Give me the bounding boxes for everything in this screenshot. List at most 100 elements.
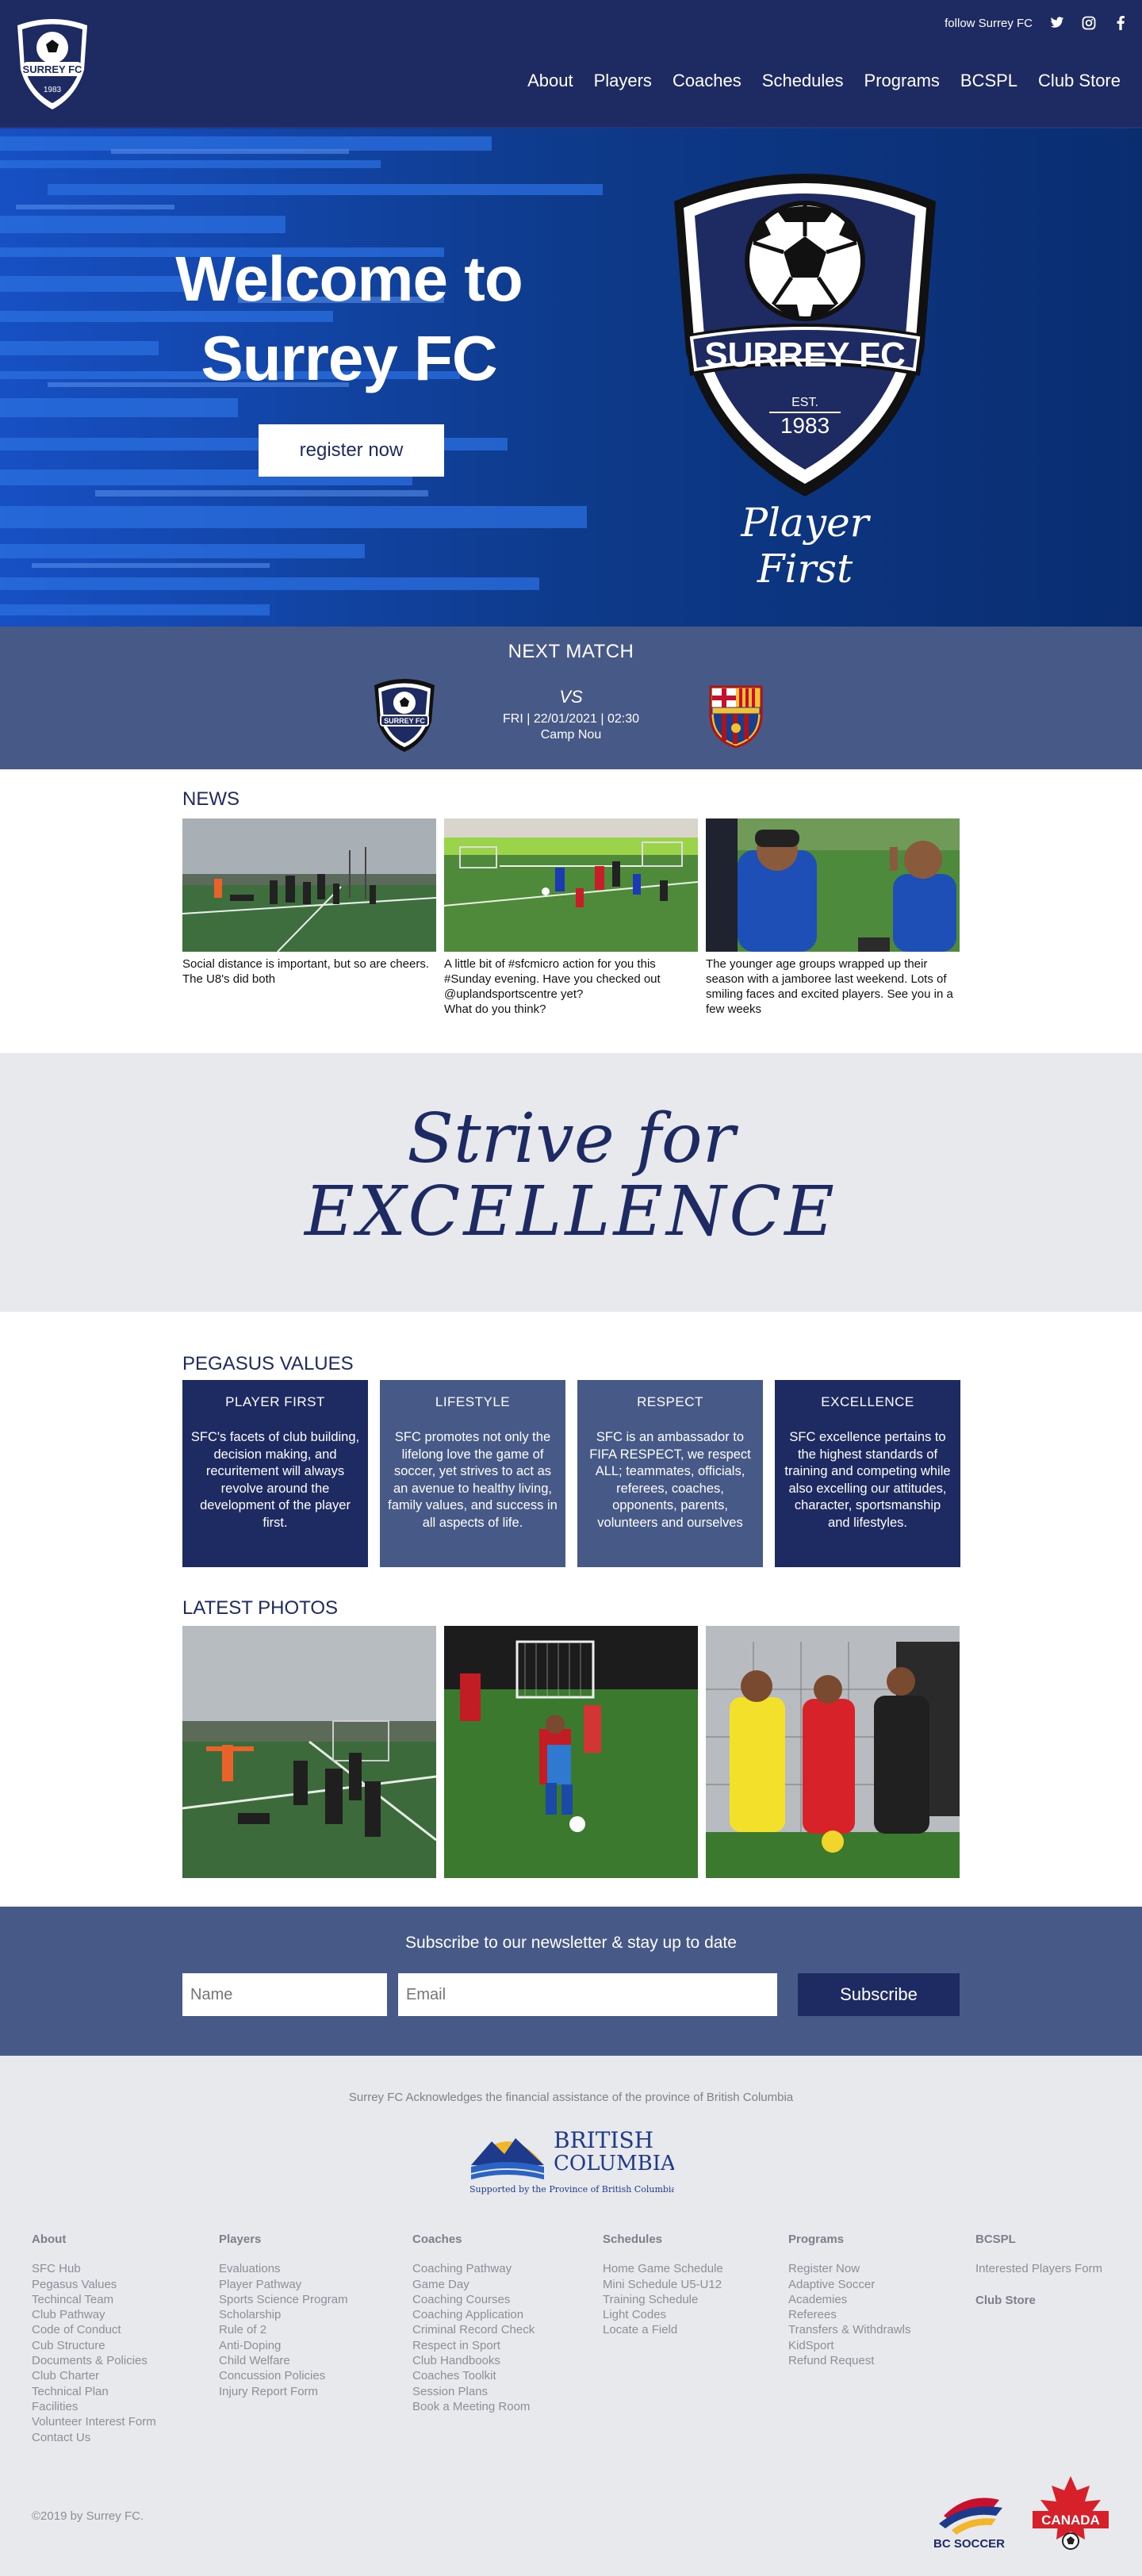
footer-heading[interactable]: About — [32, 2232, 156, 2247]
bc-soccer-logo[interactable]: BC SOCCER — [920, 2484, 1018, 2551]
footer-link[interactable]: Adaptive Soccer — [788, 2277, 910, 2292]
twitter-icon[interactable] — [1050, 16, 1064, 30]
nav-bcspl[interactable]: BCSPL — [950, 68, 1028, 94]
nav-club-store[interactable]: Club Store — [1028, 68, 1131, 94]
footer-link[interactable]: Evaluations — [219, 2261, 348, 2276]
footer-link[interactable]: Transfers & Withdrawls — [788, 2322, 910, 2337]
gallery-photo[interactable] — [706, 1626, 960, 1878]
footer-link[interactable]: Referees — [788, 2307, 910, 2322]
footer-link[interactable]: SFC Hub — [32, 2261, 156, 2276]
news-image[interactable] — [182, 818, 436, 952]
gallery-photo[interactable] — [444, 1626, 698, 1878]
value-card-excellence: EXCELLENCE SFC excellence pertains to th… — [775, 1380, 960, 1567]
footer-link[interactable]: Technical Plan — [32, 2384, 156, 2399]
footer-link[interactable]: Sports Science Program — [219, 2292, 348, 2307]
logo-year: 1983 — [44, 86, 62, 94]
footer-link[interactable]: Volunteer Interest Form — [32, 2414, 156, 2429]
nav-players[interactable]: Players — [584, 68, 662, 94]
footer-column-coaches: Coaches Coaching Pathway Game Day Coachi… — [412, 2232, 535, 2414]
hero-title-line1: Welcome to — [175, 243, 523, 314]
footer-link[interactable]: Child Welfare — [219, 2353, 348, 2368]
footer-link[interactable]: Facilities — [32, 2399, 156, 2414]
newsletter-name-input[interactable] — [182, 1973, 387, 2016]
nav-about[interactable]: About — [517, 68, 584, 94]
tagline-line2: First — [757, 546, 853, 592]
value-card-text: SFC excellence pertains to the highest s… — [784, 1430, 951, 1530]
news-image[interactable] — [444, 818, 698, 952]
match-venue: Camp Nou — [540, 728, 602, 742]
news-item[interactable]: Social distance is important, but so are… — [182, 818, 436, 987]
footer-link[interactable]: Respect in Sport — [412, 2338, 535, 2353]
footer-link[interactable]: Contact Us — [32, 2430, 156, 2445]
crest-est: EST. — [791, 396, 818, 409]
hero-club-crest: SURREY FC EST. 1983 — [658, 154, 952, 503]
footer-link[interactable]: Book a Meeting Room — [412, 2399, 535, 2414]
footer-link[interactable]: Locate a Field — [603, 2322, 723, 2337]
footer-link[interactable]: Coaching Courses — [412, 2292, 535, 2307]
footer-link[interactable]: Techincal Team — [32, 2292, 156, 2307]
value-card-text: SFC promotes not only the lifelong love … — [388, 1430, 558, 1530]
footer-link[interactable]: Coaching Pathway — [412, 2261, 535, 2276]
footer-link[interactable]: Rule of 2 — [219, 2322, 348, 2337]
news-image[interactable] — [706, 818, 960, 952]
footer-link[interactable]: Documents & Policies — [32, 2353, 156, 2368]
footer-link[interactable]: Club Pathway — [32, 2307, 156, 2322]
footer-heading[interactable]: Players — [219, 2232, 348, 2247]
footer-link[interactable]: Anti-Doping — [219, 2338, 348, 2353]
footer-column-bcspl: BCSPL Interested Players Form Club Store — [975, 2232, 1102, 2322]
photos-title: LATEST PHOTOS — [182, 1597, 339, 1619]
news-item[interactable]: A little bit of #sfcmicro action for you… — [444, 818, 698, 1017]
footer-link[interactable]: KidSport — [788, 2338, 910, 2353]
footer-heading[interactable]: Schedules — [603, 2232, 723, 2247]
footer-link[interactable]: Interested Players Form — [975, 2261, 1102, 2276]
news-item[interactable]: The younger age groups wrapped up their … — [706, 818, 960, 1017]
footer-link[interactable]: Player Pathway — [219, 2277, 348, 2292]
footer-link[interactable]: Coaching Application — [412, 2307, 535, 2322]
footer-link[interactable]: Scholarship — [219, 2307, 348, 2322]
footer-link[interactable]: Mini Schedule U5-U12 — [603, 2277, 723, 2292]
value-card-player-first: PLAYER FIRST SFC's facets of club buildi… — [182, 1380, 368, 1567]
club-logo[interactable]: SURREY FC 1983 — [13, 14, 92, 113]
footer-column-programs: Programs Register Now Adaptive Soccer Ac… — [788, 2232, 910, 2368]
tagline-line1: Player — [741, 500, 869, 546]
instagram-icon[interactable] — [1082, 16, 1096, 30]
footer-link[interactable]: Home Game Schedule — [603, 2261, 723, 2276]
footer-link[interactable]: Club Charter — [32, 2368, 156, 2383]
strive-line2: EXCELLENCE — [305, 1172, 837, 1252]
newsletter-email-input[interactable] — [398, 1973, 777, 2016]
main-nav: About Players Coaches Schedules Programs… — [517, 68, 1131, 94]
nav-coaches[interactable]: Coaches — [662, 68, 752, 94]
footer-link[interactable]: Session Plans — [412, 2384, 535, 2399]
footer-heading[interactable]: BCSPL — [975, 2232, 1102, 2247]
gallery-photo[interactable] — [182, 1626, 436, 1878]
footer-link[interactable]: Club Handbooks — [412, 2353, 535, 2368]
news-caption: A little bit of #sfcmicro action for you… — [444, 957, 661, 1016]
nav-schedules[interactable]: Schedules — [752, 68, 854, 94]
value-card-title: EXCELLENCE — [821, 1394, 914, 1409]
register-now-button[interactable]: register now — [259, 424, 444, 477]
footer-link[interactable]: Game Day — [412, 2277, 535, 2292]
footer-heading[interactable]: Coaches — [412, 2232, 535, 2247]
facebook-icon[interactable] — [1113, 16, 1128, 30]
footer-link[interactable]: Light Codes — [603, 2307, 723, 2322]
hero-title-line2: Surrey FC — [201, 323, 497, 393]
follow-label: follow Surrey FC — [945, 16, 1033, 30]
footer-link[interactable]: Pegasus Values — [32, 2277, 156, 2292]
footer-link[interactable]: Training Schedule — [603, 2292, 723, 2307]
footer-link[interactable]: Injury Report Form — [219, 2384, 348, 2399]
footer-heading-club-store[interactable]: Club Store — [975, 2293, 1102, 2308]
footer-link[interactable]: Code of Conduct — [32, 2322, 156, 2337]
footer-link[interactable]: Cub Structure — [32, 2338, 156, 2353]
site-footer: Surrey FC Acknowledges the financial ass… — [0, 2056, 1142, 2576]
bc-logo-line1: BRITISH — [554, 2127, 653, 2153]
footer-link[interactable]: Criminal Record Check — [412, 2322, 535, 2337]
subscribe-button[interactable]: Subscribe — [798, 1973, 960, 2016]
footer-heading[interactable]: Programs — [788, 2232, 910, 2247]
canada-soccer-logo[interactable]: CANADA — [1028, 2473, 1113, 2552]
footer-link[interactable]: Academies — [788, 2292, 910, 2307]
footer-link[interactable]: Register Now — [788, 2261, 910, 2276]
footer-link[interactable]: Concussion Policies — [219, 2368, 348, 2383]
nav-programs[interactable]: Programs — [854, 68, 950, 94]
footer-link[interactable]: Refund Request — [788, 2353, 910, 2368]
footer-link[interactable]: Coaches Toolkit — [412, 2368, 535, 2383]
